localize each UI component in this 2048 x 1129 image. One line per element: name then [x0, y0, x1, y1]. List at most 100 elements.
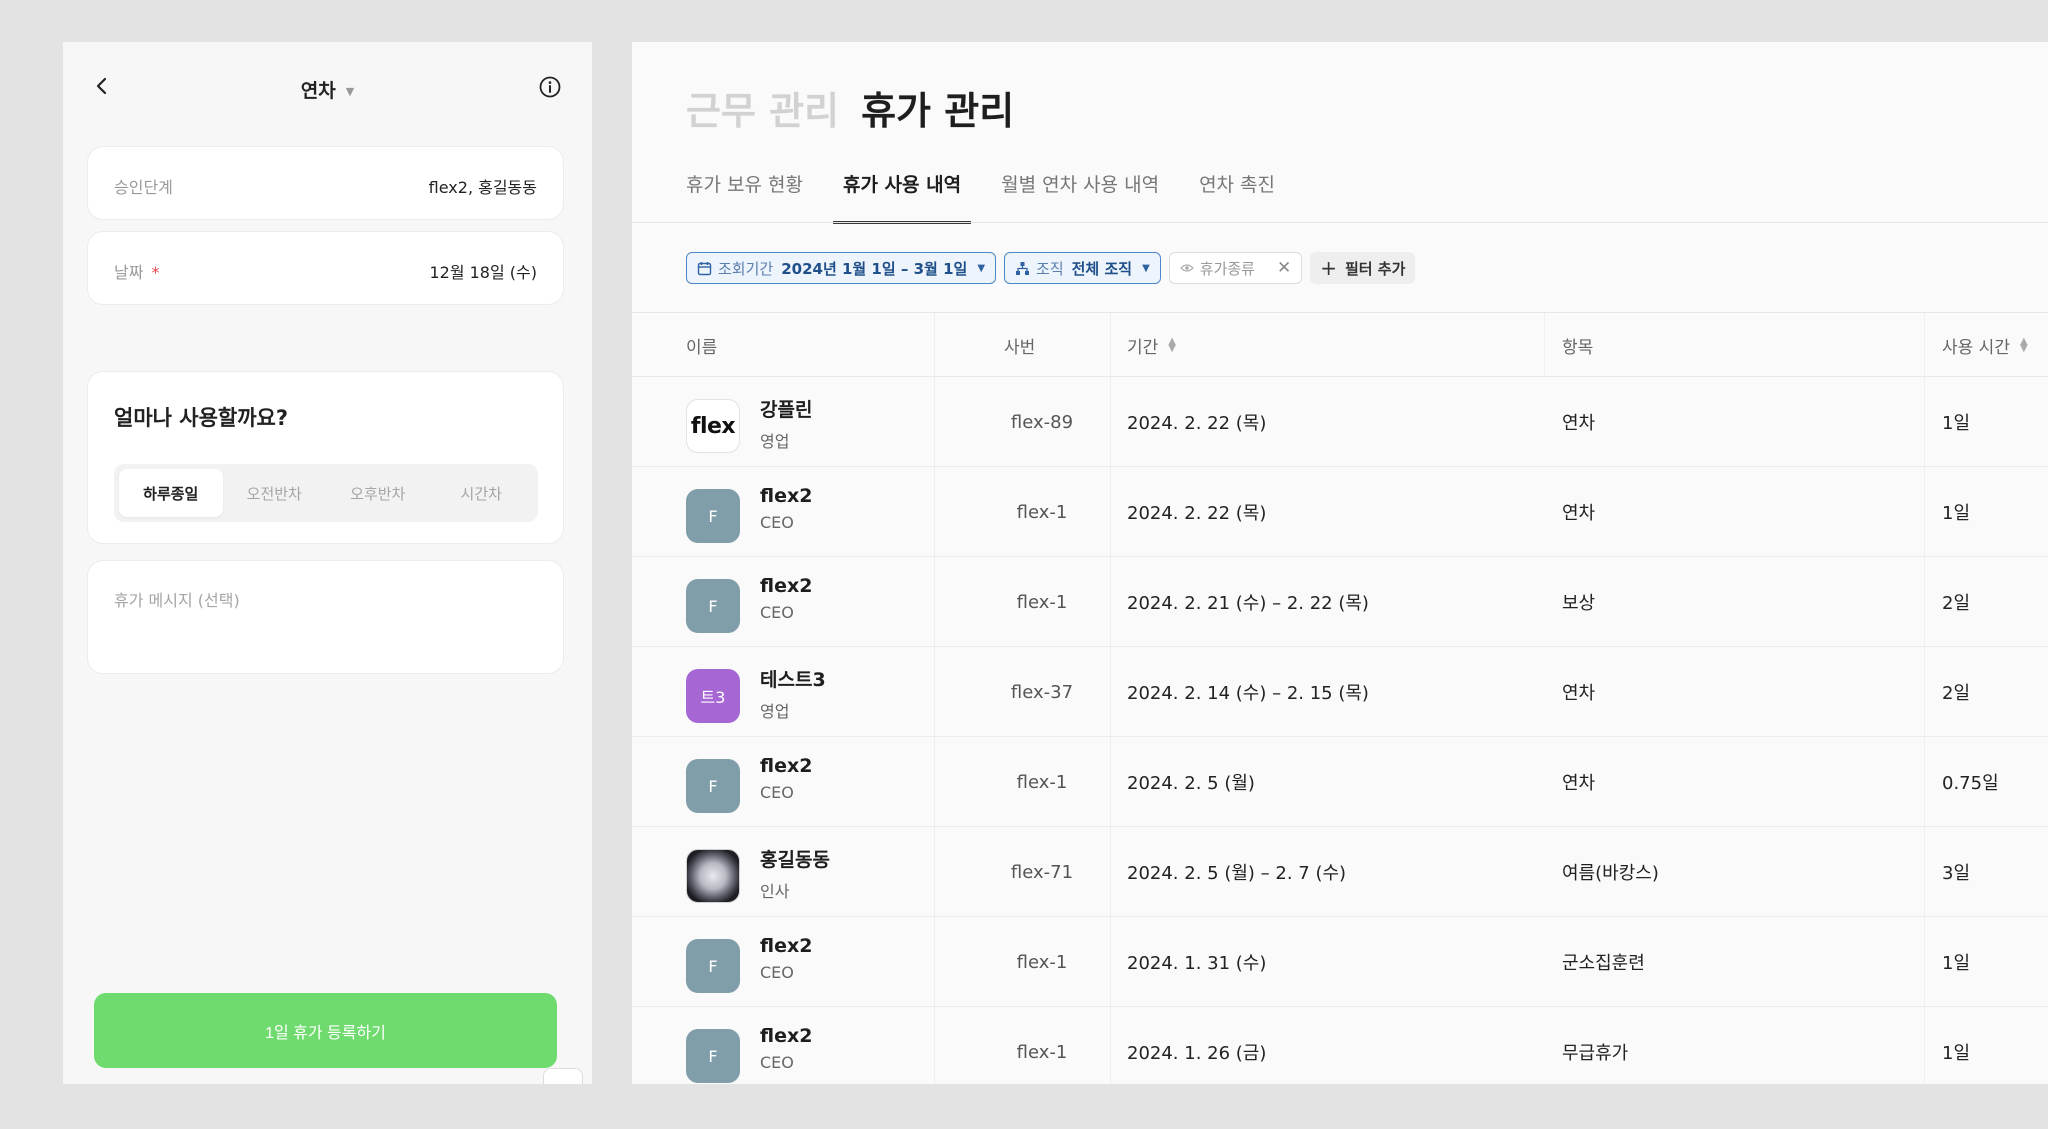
column-header-period[interactable]: 기간 ▲ ▼ [1127, 313, 1176, 377]
table-row[interactable]: F flex2 CEO flex-1 2024. 2. 5 (월) 연차 0.7… [632, 737, 2048, 827]
column-header-emp-no[interactable]: 사번 [1004, 313, 1035, 377]
filter-bar: 조회기간 2024년 1월 1일 – 3월 1일 ▼ 조직 전체 조직 ▼ 휴가… [686, 252, 1416, 284]
mobile-header: 연차 ▼ [63, 42, 592, 136]
table-row[interactable]: F flex2 CEO flex-1 2024. 1. 31 (수) 군소집훈련… [632, 917, 2048, 1007]
employee-dept: 인사 [760, 882, 790, 901]
employee-dept: CEO [760, 783, 794, 802]
table-row[interactable]: F flex2 CEO flex-1 2024. 1. 26 (금) 무급휴가 … [632, 1007, 2048, 1084]
column-divider [1924, 557, 1925, 646]
org-filter-label: 조직 [1036, 259, 1064, 278]
employee-cell: flex2 CEO [760, 755, 812, 802]
period-cell: 2024. 2. 14 (수) – 2. 15 (목) [1127, 683, 1369, 704]
approval-step-row[interactable]: 승인단계 flex2, 홍길동동 [87, 146, 564, 220]
emp-no-cell: flex-89 [1010, 411, 1074, 433]
period-cell: 2024. 2. 22 (목) [1127, 413, 1267, 434]
emp-no-cell: flex-1 [1016, 591, 1068, 613]
item-cell: 연차 [1562, 413, 1596, 434]
avatar: flex [686, 399, 740, 453]
leave-type-selector[interactable]: 연차 ▼ [63, 76, 592, 103]
employee-name: 테스트3 [760, 669, 826, 691]
org-filter-chip[interactable]: 조직 전체 조직 ▼ [1004, 252, 1161, 284]
column-divider [1110, 647, 1111, 736]
page-title-nav: 근무 관리 휴가 관리 [686, 80, 1014, 135]
segment-full-day[interactable]: 하루종일 [119, 469, 223, 517]
tab-leave-usage[interactable]: 휴가 사용 내역 [832, 166, 972, 224]
usage-time-cell: 1일 [1942, 413, 1971, 434]
avatar: F [686, 579, 740, 633]
employee-name: flex2 [760, 1025, 813, 1047]
close-icon[interactable]: ✕ [1277, 258, 1291, 278]
avatar: F [686, 939, 740, 993]
leave-message-field[interactable]: 휴가 메시지 (선택) [87, 560, 564, 674]
column-divider [934, 737, 935, 826]
usage-time-cell: 2일 [1942, 593, 1971, 614]
tab-divider [632, 222, 2048, 223]
org-filter-value: 전체 조직 [1071, 259, 1133, 278]
date-row[interactable]: 날짜 * 12월 18일 (수) [87, 231, 564, 305]
usage-amount-segmented-control: 하루종일 오전반차 오후반차 시간차 [114, 464, 538, 522]
emp-no-cell: flex-1 [1016, 1041, 1068, 1063]
item-cell: 연차 [1562, 773, 1596, 794]
period-cell: 2024. 1. 26 (금) [1127, 1043, 1267, 1064]
table-row[interactable]: flex 강플린 영업 flex-89 2024. 2. 22 (목) 연차 1… [632, 377, 2048, 467]
employee-cell: flex2 CEO [760, 575, 812, 622]
column-divider [934, 557, 935, 646]
employee-dept: 영업 [760, 432, 790, 451]
segment-afternoon-half[interactable]: 오후반차 [326, 469, 430, 517]
period-cell: 2024. 2. 21 (수) – 2. 22 (목) [1127, 593, 1369, 614]
add-filter-label: 필터 추가 [1344, 259, 1406, 278]
column-header-item[interactable]: 항목 [1562, 313, 1593, 377]
tab-annual-promotion[interactable]: 연차 촉진 [1199, 166, 1275, 224]
leave-usage-table: 이름 사번 기간 ▲ ▼ 항목 사용 시간 ▲ ▼ flex 강플린 영업 flex-8… [632, 313, 2048, 1084]
employee-name: flex2 [760, 485, 813, 507]
column-header-usage-time[interactable]: 사용 시간 ▲ ▼ [1942, 313, 2028, 377]
info-icon[interactable] [538, 75, 562, 99]
sort-icon[interactable]: ▲ ▼ [2020, 337, 2028, 354]
column-header-name[interactable]: 이름 [686, 313, 717, 377]
employee-dept: CEO [760, 963, 794, 982]
column-divider [934, 1007, 935, 1084]
table-row[interactable]: F flex2 CEO flex-1 2024. 2. 21 (수) – 2. … [632, 557, 2048, 647]
column-divider [1924, 467, 1925, 556]
item-cell: 연차 [1562, 503, 1596, 524]
column-divider [1110, 827, 1111, 916]
title-leave-management[interactable]: 휴가 관리 [861, 89, 1014, 133]
caret-down-icon: ▼ [977, 262, 986, 274]
usage-amount-card: 얼마나 사용할까요? 하루종일 오전반차 오후반차 시간차 [87, 371, 564, 544]
title-work-management[interactable]: 근무 관리 [686, 89, 839, 133]
column-divider [934, 827, 935, 916]
tab-leave-balance[interactable]: 휴가 보유 현황 [686, 166, 803, 224]
table-row[interactable]: 트3 테스트3 영업 flex-37 2024. 2. 14 (수) – 2. … [632, 647, 2048, 737]
avatar: F [686, 759, 740, 813]
table-row[interactable]: F flex2 CEO flex-1 2024. 2. 22 (목) 연차 1일 [632, 467, 2048, 557]
register-leave-button[interactable]: 1일 휴가 등록하기 [94, 993, 557, 1068]
table-row[interactable]: 홍길동동 인사 flex-71 2024. 2. 5 (월) – 2. 7 (수… [632, 827, 2048, 917]
column-divider [1924, 313, 1925, 376]
employee-dept: CEO [760, 603, 794, 622]
segment-hourly[interactable]: 시간차 [430, 469, 534, 517]
calendar-icon [697, 261, 712, 276]
leave-type-filter-chip[interactable]: 휴가종류 ✕ [1168, 252, 1303, 284]
usage-time-cell: 3일 [1942, 863, 1971, 884]
item-cell: 무급휴가 [1562, 1043, 1629, 1064]
column-divider [1110, 1007, 1111, 1084]
item-cell: 연차 [1562, 683, 1596, 704]
employee-cell: flex2 CEO [760, 1025, 812, 1072]
period-filter-chip[interactable]: 조회기간 2024년 1월 1일 – 3월 1일 ▼ [686, 252, 997, 284]
segment-morning-half[interactable]: 오전반차 [223, 469, 327, 517]
avatar-moon-photo [686, 849, 740, 903]
column-divider [1110, 377, 1111, 466]
column-divider [1110, 467, 1111, 556]
sort-icon[interactable]: ▲ ▼ [1168, 337, 1176, 354]
add-filter-button[interactable]: + 필터 추가 [1310, 252, 1416, 284]
plus-icon: + [1320, 256, 1337, 280]
tab-monthly-annual-usage[interactable]: 월별 연차 사용 내역 [1001, 166, 1159, 224]
column-divider [1924, 1007, 1925, 1084]
period-cell: 2024. 2. 22 (목) [1127, 503, 1267, 524]
eye-icon [1179, 261, 1194, 275]
period-filter-label: 조회기간 [718, 259, 774, 278]
usage-time-cell: 0.75일 [1942, 773, 1999, 794]
scroll-handle[interactable] [543, 1068, 583, 1084]
column-divider [1110, 557, 1111, 646]
usage-time-cell: 1일 [1942, 953, 1971, 974]
